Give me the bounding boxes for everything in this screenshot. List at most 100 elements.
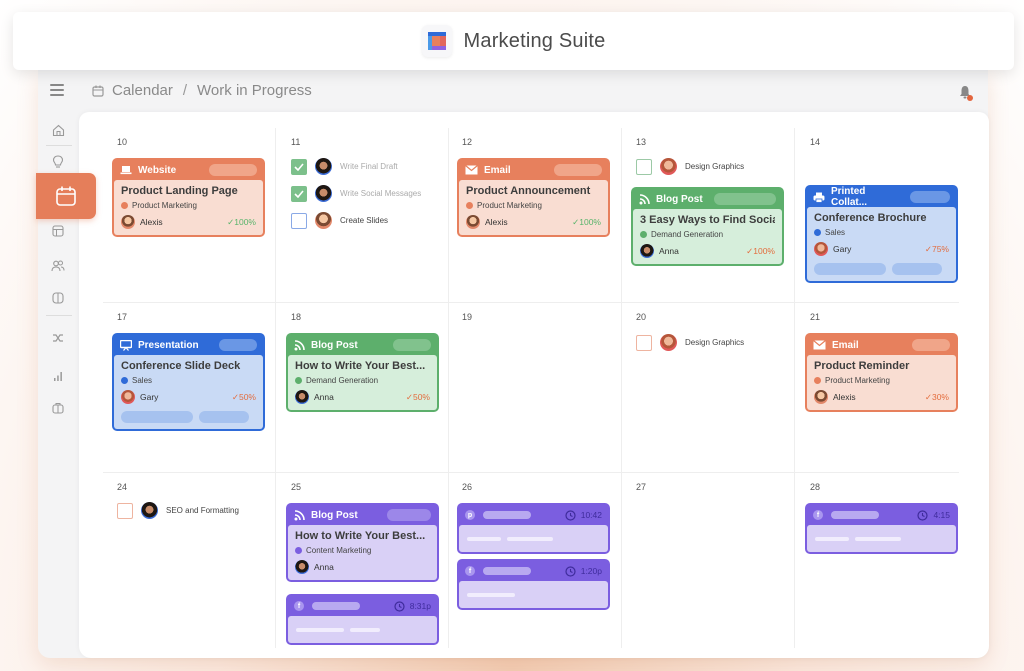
content-card[interactable]: Printed Collat... Conference Brochure Sa…	[805, 185, 958, 283]
app-window: Calendar / Work in Progress 10 11 12 13 …	[36, 70, 989, 658]
day-number: 18	[291, 312, 302, 322]
card-title: Conference Slide Deck	[121, 360, 241, 372]
calendar-small-icon	[92, 85, 104, 97]
breadcrumb-current: Work in Progress	[197, 82, 312, 99]
row-divider	[103, 302, 959, 303]
tag-dot	[814, 377, 821, 384]
content-card[interactable]: Email Product Announcement Product Marke…	[457, 158, 610, 237]
sidebar-item-workflow[interactable]	[50, 330, 66, 346]
task-checkbox[interactable]	[291, 212, 307, 229]
tag-dot	[814, 229, 821, 236]
tag-dot	[640, 231, 647, 238]
card-owner: Gary	[140, 392, 159, 402]
sidebar-item-people[interactable]	[50, 258, 66, 274]
status-pill	[912, 339, 950, 351]
content-card[interactable]: Website Product Landing Page Product Mar…	[112, 158, 265, 237]
day-number: 19	[462, 312, 473, 322]
notifications-button[interactable]	[958, 84, 974, 102]
home-icon	[52, 124, 64, 136]
card-type: Email	[484, 164, 511, 176]
sidebar-divider	[46, 145, 72, 146]
placeholder-bar	[892, 263, 942, 275]
task-checkbox[interactable]	[291, 158, 307, 175]
breadcrumb: Calendar / Work in Progress	[92, 82, 312, 99]
logo-icon	[427, 32, 446, 50]
avatar	[295, 560, 309, 574]
clock-icon	[565, 565, 576, 577]
breadcrumb-separator: /	[182, 82, 188, 99]
card-progress: ✓50%	[405, 391, 430, 402]
column-divider	[794, 128, 795, 648]
content-card[interactable]: Blog Post How to Write Your Best... Cont…	[286, 503, 439, 582]
card-owner: Alexis	[140, 217, 163, 227]
task-checkbox[interactable]	[636, 334, 652, 351]
sidebar-item-assets[interactable]	[50, 400, 66, 416]
avatar	[814, 390, 828, 404]
status-pill	[209, 164, 257, 176]
card-tag: Product Marketing	[132, 201, 197, 210]
card-tag: Demand Generation	[306, 376, 379, 385]
avatar	[295, 390, 309, 404]
avatar	[660, 334, 677, 351]
sidebar-item-analytics[interactable]	[50, 368, 66, 384]
layout-icon	[52, 225, 64, 237]
placeholder-line	[815, 536, 849, 541]
placeholder-bar	[312, 602, 360, 610]
card-owner: Anna	[659, 246, 679, 256]
facebook-icon: f	[465, 566, 475, 576]
card-tag: Product Marketing	[825, 376, 890, 385]
day-number: 11	[291, 137, 301, 147]
card-type: Presentation	[138, 339, 199, 351]
day-number: 20	[636, 312, 647, 322]
tag-dot	[295, 377, 302, 384]
social-post-card[interactable]: f 1:20p	[457, 559, 610, 610]
card-tag: Product Marketing	[477, 201, 542, 210]
content-card[interactable]: Blog Post 3 Easy Ways to Find Social... …	[631, 187, 784, 266]
tag-dot	[295, 547, 302, 554]
sidebar-item-layout[interactable]	[50, 223, 66, 239]
placeholder-line	[855, 536, 901, 541]
menu-icon[interactable]	[50, 84, 64, 96]
content-card[interactable]: Blog Post How to Write Your Best... Dema…	[286, 333, 439, 412]
tag-dot	[121, 202, 128, 209]
content-card[interactable]: Email Product Reminder Product Marketing…	[805, 333, 958, 412]
content-card[interactable]: Presentation Conference Slide Deck Sales…	[112, 333, 265, 431]
card-title: How to Write Your Best...	[295, 530, 426, 542]
breadcrumb-calendar[interactable]: Calendar	[112, 82, 173, 99]
task-label: Design Graphics	[685, 162, 745, 171]
post-time: 1:20p	[580, 566, 602, 576]
avatar	[814, 242, 828, 256]
avatar	[315, 158, 332, 175]
sidebar-item-ideas[interactable]	[50, 154, 66, 170]
rss-icon	[294, 509, 305, 520]
card-owner: Alexis	[833, 392, 856, 402]
card-progress: ✓75%	[924, 243, 949, 254]
card-title: Product Announcement	[466, 185, 591, 197]
day-number: 13	[636, 137, 647, 147]
sidebar-item-home[interactable]	[50, 122, 66, 138]
avatar	[121, 215, 135, 229]
task-checkbox[interactable]	[291, 185, 307, 202]
avatar	[121, 390, 135, 404]
sidebar-item-calendar[interactable]	[36, 173, 96, 219]
social-post-card[interactable]: p 10:42	[457, 503, 610, 554]
card-owner: Anna	[314, 562, 334, 572]
shuffle-icon	[53, 334, 63, 342]
social-post-card[interactable]: f 8:31p	[286, 594, 439, 645]
day-number: 28	[810, 482, 821, 492]
social-post-card[interactable]: f 4:15	[805, 503, 958, 554]
card-tag: Content Marketing	[306, 546, 372, 555]
task-checkbox[interactable]	[117, 502, 133, 519]
card-title: Product Landing Page	[121, 185, 238, 197]
task-item: Design Graphics	[636, 334, 744, 351]
sidebar-item-book[interactable]	[50, 290, 66, 306]
task-checkbox[interactable]	[636, 158, 652, 175]
placeholder-line	[296, 627, 344, 632]
placeholder-bar	[483, 511, 531, 519]
breadcrumb-bar: Calendar / Work in Progress	[38, 70, 988, 112]
avatar	[315, 212, 332, 229]
task-item: Create Slides	[291, 212, 388, 229]
task-label: Design Graphics	[685, 338, 745, 347]
tag-dot	[121, 377, 128, 384]
calendar-grid: 10 11 12 13 14 17 18 19 20 21 24 25 26 2…	[79, 112, 989, 658]
